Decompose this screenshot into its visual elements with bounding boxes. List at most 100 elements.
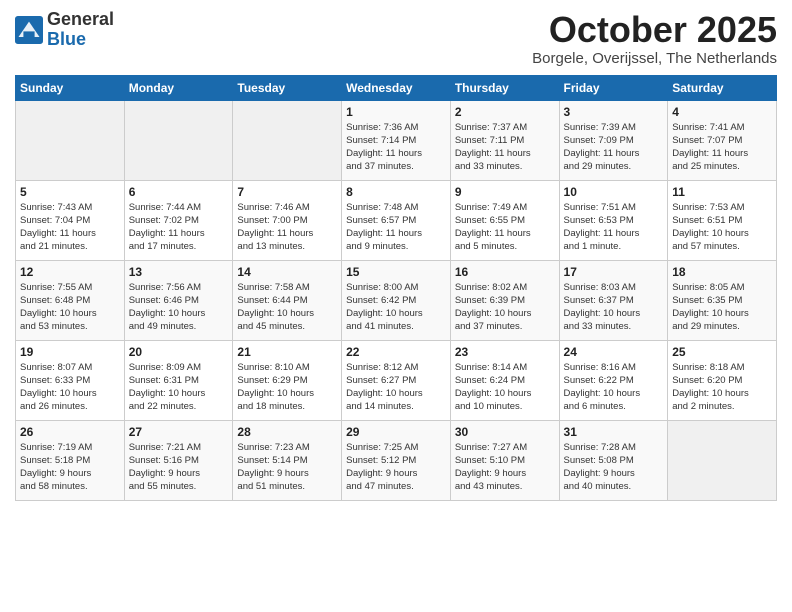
day-info: Sunrise: 8:14 AM: [455, 361, 555, 374]
day-number: 2: [455, 105, 555, 119]
day-info: Daylight: 10 hours: [672, 307, 772, 320]
day-info: Sunset: 6:48 PM: [20, 294, 120, 307]
day-info: Sunset: 7:02 PM: [129, 214, 229, 227]
day-info: Sunrise: 7:58 AM: [237, 281, 337, 294]
day-info: Sunrise: 7:44 AM: [129, 201, 229, 214]
day-info: Sunset: 5:18 PM: [20, 454, 120, 467]
calendar-table: Sunday Monday Tuesday Wednesday Thursday…: [15, 75, 777, 501]
day-info: Sunrise: 8:05 AM: [672, 281, 772, 294]
day-info: Sunrise: 7:25 AM: [346, 441, 446, 454]
day-info: Daylight: 10 hours: [672, 387, 772, 400]
day-info: Sunset: 6:37 PM: [564, 294, 664, 307]
day-number: 26: [20, 425, 120, 439]
day-info: Sunset: 5:14 PM: [237, 454, 337, 467]
day-info: Sunset: 6:35 PM: [672, 294, 772, 307]
day-info: Daylight: 9 hours: [237, 467, 337, 480]
day-info: Daylight: 11 hours: [672, 147, 772, 160]
day-info: and 22 minutes.: [129, 400, 229, 413]
day-info: Sunset: 6:24 PM: [455, 374, 555, 387]
day-info: and 5 minutes.: [455, 240, 555, 253]
day-cell: 12Sunrise: 7:55 AMSunset: 6:48 PMDayligh…: [16, 260, 125, 340]
day-info: and 45 minutes.: [237, 320, 337, 333]
day-info: and 29 minutes.: [564, 160, 664, 173]
day-info: Sunset: 6:46 PM: [129, 294, 229, 307]
day-info: Daylight: 10 hours: [346, 307, 446, 320]
day-info: and 33 minutes.: [455, 160, 555, 173]
day-info: and 37 minutes.: [455, 320, 555, 333]
day-info: Daylight: 11 hours: [455, 227, 555, 240]
day-number: 3: [564, 105, 664, 119]
day-number: 20: [129, 345, 229, 359]
day-info: Sunset: 5:10 PM: [455, 454, 555, 467]
day-info: Sunrise: 8:18 AM: [672, 361, 772, 374]
day-info: Sunrise: 8:16 AM: [564, 361, 664, 374]
day-info: and 57 minutes.: [672, 240, 772, 253]
day-info: Sunset: 6:27 PM: [346, 374, 446, 387]
day-info: Sunrise: 7:48 AM: [346, 201, 446, 214]
day-info: Sunset: 6:29 PM: [237, 374, 337, 387]
logo: General Blue: [15, 10, 114, 50]
col-wednesday: Wednesday: [342, 75, 451, 100]
header-row: Sunday Monday Tuesday Wednesday Thursday…: [16, 75, 777, 100]
day-info: and 1 minute.: [564, 240, 664, 253]
day-info: and 29 minutes.: [672, 320, 772, 333]
title-block: October 2025 Borgele, Overijssel, The Ne…: [532, 10, 777, 67]
day-cell: 10Sunrise: 7:51 AMSunset: 6:53 PMDayligh…: [559, 180, 668, 260]
day-info: Sunset: 5:12 PM: [346, 454, 446, 467]
day-info: Sunrise: 8:00 AM: [346, 281, 446, 294]
day-info: Daylight: 11 hours: [129, 227, 229, 240]
day-info: Daylight: 11 hours: [564, 147, 664, 160]
day-info: and 18 minutes.: [237, 400, 337, 413]
day-info: Sunset: 6:42 PM: [346, 294, 446, 307]
day-info: and 47 minutes.: [346, 480, 446, 493]
logo-icon: [15, 16, 43, 44]
day-info: Sunrise: 7:27 AM: [455, 441, 555, 454]
day-number: 31: [564, 425, 664, 439]
day-info: and 53 minutes.: [20, 320, 120, 333]
day-number: 29: [346, 425, 446, 439]
day-number: 17: [564, 265, 664, 279]
day-info: Daylight: 11 hours: [346, 227, 446, 240]
day-number: 15: [346, 265, 446, 279]
day-cell: [668, 420, 777, 500]
day-info: Sunrise: 8:07 AM: [20, 361, 120, 374]
day-info: Sunset: 7:07 PM: [672, 134, 772, 147]
day-info: Sunrise: 7:53 AM: [672, 201, 772, 214]
day-cell: 7Sunrise: 7:46 AMSunset: 7:00 PMDaylight…: [233, 180, 342, 260]
day-info: Daylight: 10 hours: [564, 387, 664, 400]
day-number: 27: [129, 425, 229, 439]
day-info: Daylight: 10 hours: [129, 307, 229, 320]
day-info: and 33 minutes.: [564, 320, 664, 333]
day-info: Daylight: 11 hours: [20, 227, 120, 240]
day-info: Daylight: 11 hours: [346, 147, 446, 160]
day-info: Sunset: 7:04 PM: [20, 214, 120, 227]
week-row-3: 12Sunrise: 7:55 AMSunset: 6:48 PMDayligh…: [16, 260, 777, 340]
day-info: and 58 minutes.: [20, 480, 120, 493]
day-info: Sunset: 7:11 PM: [455, 134, 555, 147]
day-number: 23: [455, 345, 555, 359]
day-number: 19: [20, 345, 120, 359]
day-info: Daylight: 10 hours: [20, 307, 120, 320]
day-info: Daylight: 10 hours: [237, 307, 337, 320]
day-cell: 8Sunrise: 7:48 AMSunset: 6:57 PMDaylight…: [342, 180, 451, 260]
col-tuesday: Tuesday: [233, 75, 342, 100]
day-info: Daylight: 9 hours: [129, 467, 229, 480]
day-cell: 3Sunrise: 7:39 AMSunset: 7:09 PMDaylight…: [559, 100, 668, 180]
day-info: and 37 minutes.: [346, 160, 446, 173]
day-cell: [124, 100, 233, 180]
day-info: and 17 minutes.: [129, 240, 229, 253]
day-info: Daylight: 11 hours: [564, 227, 664, 240]
day-info: Sunrise: 8:09 AM: [129, 361, 229, 374]
col-monday: Monday: [124, 75, 233, 100]
day-cell: 14Sunrise: 7:58 AMSunset: 6:44 PMDayligh…: [233, 260, 342, 340]
day-number: 22: [346, 345, 446, 359]
day-info: and 2 minutes.: [672, 400, 772, 413]
day-info: Sunrise: 7:19 AM: [20, 441, 120, 454]
day-cell: 21Sunrise: 8:10 AMSunset: 6:29 PMDayligh…: [233, 340, 342, 420]
day-info: and 10 minutes.: [455, 400, 555, 413]
day-cell: 1Sunrise: 7:36 AMSunset: 7:14 PMDaylight…: [342, 100, 451, 180]
day-cell: 18Sunrise: 8:05 AMSunset: 6:35 PMDayligh…: [668, 260, 777, 340]
day-cell: 27Sunrise: 7:21 AMSunset: 5:16 PMDayligh…: [124, 420, 233, 500]
day-info: Sunset: 6:44 PM: [237, 294, 337, 307]
day-info: Sunrise: 7:23 AM: [237, 441, 337, 454]
